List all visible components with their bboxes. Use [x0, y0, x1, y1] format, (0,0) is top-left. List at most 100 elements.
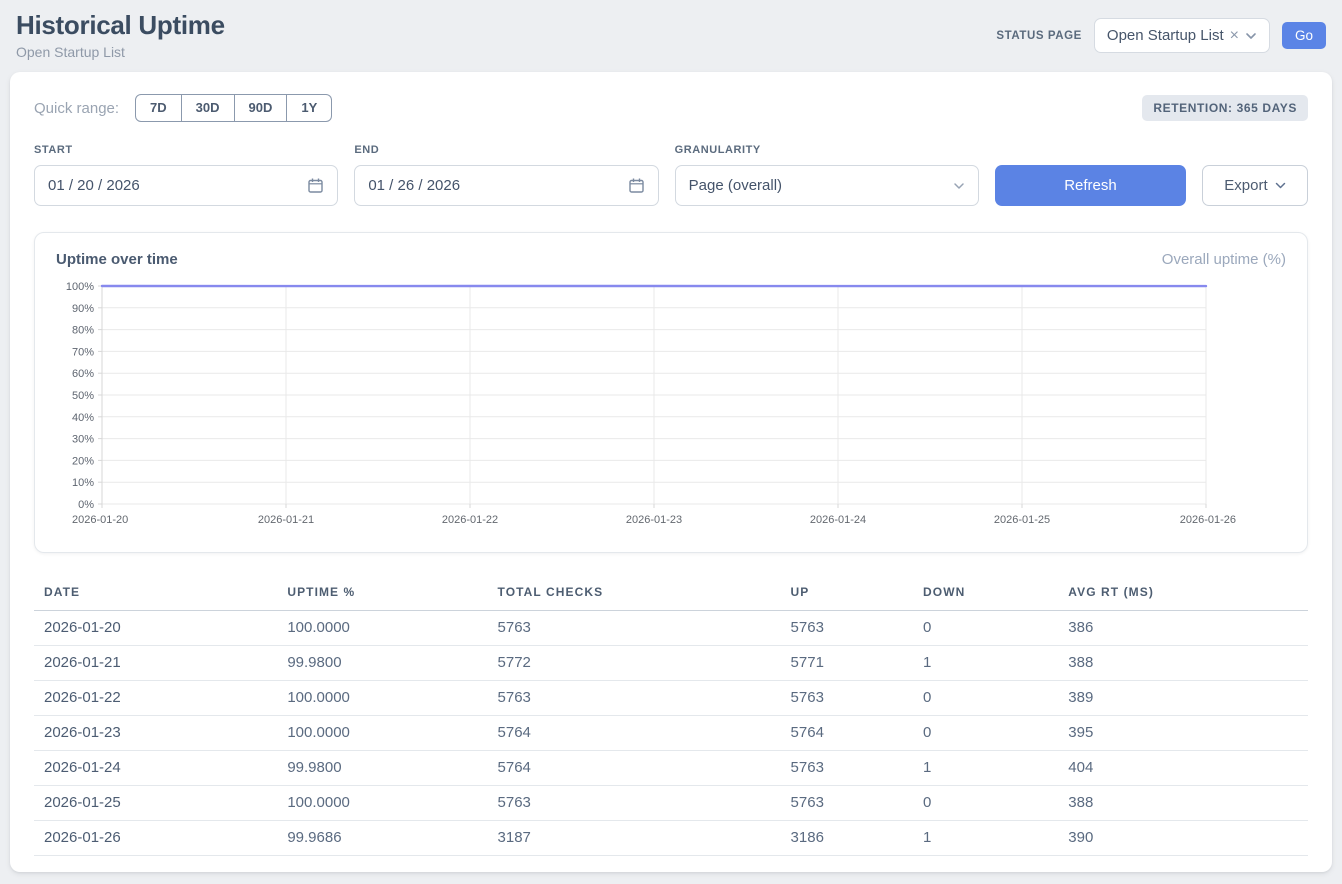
title-block: Historical Uptime Open Startup List — [16, 10, 225, 60]
svg-text:2026-01-24: 2026-01-24 — [810, 514, 866, 526]
table-cell: 1 — [913, 821, 1058, 856]
granularity-selected-value: Page (overall) — [689, 177, 782, 194]
uptime-line-chart: 0%10%20%30%40%50%60%70%80%90%100%2026-01… — [56, 274, 1238, 546]
table-cell: 389 — [1058, 681, 1308, 716]
table-cell: 2026-01-26 — [34, 821, 277, 856]
table-cell: 100.0000 — [277, 716, 487, 751]
end-date-input[interactable]: 01 / 26 / 2026 — [354, 165, 658, 206]
table-row: 2026-01-2499.9800576457631404 — [34, 751, 1308, 786]
table-row: 2026-01-25100.0000576357630388 — [34, 786, 1308, 821]
status-page-select[interactable]: Open Startup List × — [1094, 18, 1270, 53]
table-cell: 0 — [913, 716, 1058, 751]
status-page-label: STATUS PAGE — [996, 30, 1082, 42]
granularity-field-wrap: GRANULARITY Page (overall) — [675, 144, 979, 206]
retention-badge: RETENTION: 365 DAYS — [1142, 95, 1308, 121]
table-cell: 3187 — [488, 821, 781, 856]
svg-text:40%: 40% — [72, 412, 94, 424]
table-cell: 5763 — [781, 611, 913, 646]
chevron-down-icon — [953, 182, 965, 190]
table-row: 2026-01-23100.0000576457640395 — [34, 716, 1308, 751]
quick-range-button-90d[interactable]: 90D — [235, 94, 288, 122]
table-cell: 5764 — [781, 716, 913, 751]
table-cell: 5763 — [781, 681, 913, 716]
table-cell: 0 — [913, 786, 1058, 821]
export-button[interactable]: Export — [1202, 165, 1308, 206]
table-cell: 99.9800 — [277, 751, 487, 786]
svg-text:2026-01-25: 2026-01-25 — [994, 514, 1050, 526]
table-cell: 1 — [913, 751, 1058, 786]
table-header-row: DATEUPTIME %TOTAL CHECKSUPDOWNAVG RT (MS… — [34, 577, 1308, 611]
table-cell: 5771 — [781, 646, 913, 681]
export-button-label: Export — [1224, 177, 1267, 194]
svg-text:2026-01-23: 2026-01-23 — [626, 514, 682, 526]
start-date-value: 01 / 20 / 2026 — [48, 177, 140, 194]
table-cell: 2026-01-24 — [34, 751, 277, 786]
quick-range-button-7d[interactable]: 7D — [135, 94, 182, 122]
refresh-button[interactable]: Refresh — [995, 165, 1186, 206]
table-cell: 3186 — [781, 821, 913, 856]
table-cell: 0 — [913, 681, 1058, 716]
svg-text:2026-01-26: 2026-01-26 — [1180, 514, 1236, 526]
table-cell: 2026-01-20 — [34, 611, 277, 646]
start-field-wrap: START 01 / 20 / 2026 — [34, 144, 338, 206]
svg-text:20%: 20% — [72, 455, 94, 467]
table-row: 2026-01-2199.9800577257711388 — [34, 646, 1308, 681]
start-date-input[interactable]: 01 / 20 / 2026 — [34, 165, 338, 206]
table-cell: 404 — [1058, 751, 1308, 786]
chevron-down-icon — [1275, 182, 1286, 189]
svg-text:80%: 80% — [72, 325, 94, 337]
table-cell: 100.0000 — [277, 611, 487, 646]
main-panel: Quick range: 7D30D90D1Y RETENTION: 365 D… — [10, 72, 1332, 872]
svg-text:90%: 90% — [72, 303, 94, 315]
start-label: START — [34, 144, 338, 156]
calendar-icon[interactable] — [628, 177, 645, 194]
quick-range-group: 7D30D90D1Y — [135, 94, 332, 122]
clear-icon[interactable]: × — [1230, 28, 1239, 44]
granularity-select[interactable]: Page (overall) — [675, 165, 979, 206]
granularity-label: GRANULARITY — [675, 144, 979, 156]
table-cell: 5763 — [781, 751, 913, 786]
end-date-value: 01 / 26 / 2026 — [368, 177, 460, 194]
header-controls: STATUS PAGE Open Startup List × Go — [996, 18, 1326, 53]
svg-text:2026-01-21: 2026-01-21 — [258, 514, 314, 526]
table-cell: 5764 — [488, 751, 781, 786]
quick-range-button-1y[interactable]: 1Y — [287, 94, 332, 122]
table-cell: 2026-01-25 — [34, 786, 277, 821]
column-header-avg-rt-ms: AVG RT (MS) — [1058, 577, 1308, 611]
chart-title: Uptime over time — [56, 251, 178, 268]
end-field-wrap: END 01 / 26 / 2026 — [354, 144, 658, 206]
end-label: END — [354, 144, 658, 156]
table-cell: 1 — [913, 646, 1058, 681]
table-cell: 0 — [913, 611, 1058, 646]
uptime-chart-card: Uptime over time Overall uptime (%) 0%10… — [34, 232, 1308, 553]
table-cell: 390 — [1058, 821, 1308, 856]
svg-text:30%: 30% — [72, 434, 94, 446]
svg-text:50%: 50% — [72, 390, 94, 402]
table-cell: 2026-01-23 — [34, 716, 277, 751]
table-row: 2026-01-2699.9686318731861390 — [34, 821, 1308, 856]
go-button[interactable]: Go — [1282, 22, 1326, 49]
table-cell: 388 — [1058, 786, 1308, 821]
column-header-up: UP — [781, 577, 913, 611]
chevron-down-icon — [1245, 32, 1257, 40]
table-cell: 100.0000 — [277, 681, 487, 716]
table-cell: 5764 — [488, 716, 781, 751]
svg-text:2026-01-20: 2026-01-20 — [72, 514, 128, 526]
svg-text:60%: 60% — [72, 368, 94, 380]
quick-range-row: Quick range: 7D30D90D1Y RETENTION: 365 D… — [34, 94, 1308, 122]
table-cell: 395 — [1058, 716, 1308, 751]
column-header-uptime: UPTIME % — [277, 577, 487, 611]
page-subtitle: Open Startup List — [16, 44, 225, 60]
table-cell: 99.9686 — [277, 821, 487, 856]
column-header-down: DOWN — [913, 577, 1058, 611]
table-cell: 386 — [1058, 611, 1308, 646]
quick-range-button-30d[interactable]: 30D — [182, 94, 235, 122]
table-cell: 2026-01-21 — [34, 646, 277, 681]
uptime-table: DATEUPTIME %TOTAL CHECKSUPDOWNAVG RT (MS… — [34, 577, 1308, 856]
table-cell: 99.9800 — [277, 646, 487, 681]
svg-text:100%: 100% — [66, 281, 94, 293]
calendar-icon[interactable] — [307, 177, 324, 194]
svg-text:2026-01-22: 2026-01-22 — [442, 514, 498, 526]
table-cell: 100.0000 — [277, 786, 487, 821]
table-cell: 5763 — [488, 786, 781, 821]
